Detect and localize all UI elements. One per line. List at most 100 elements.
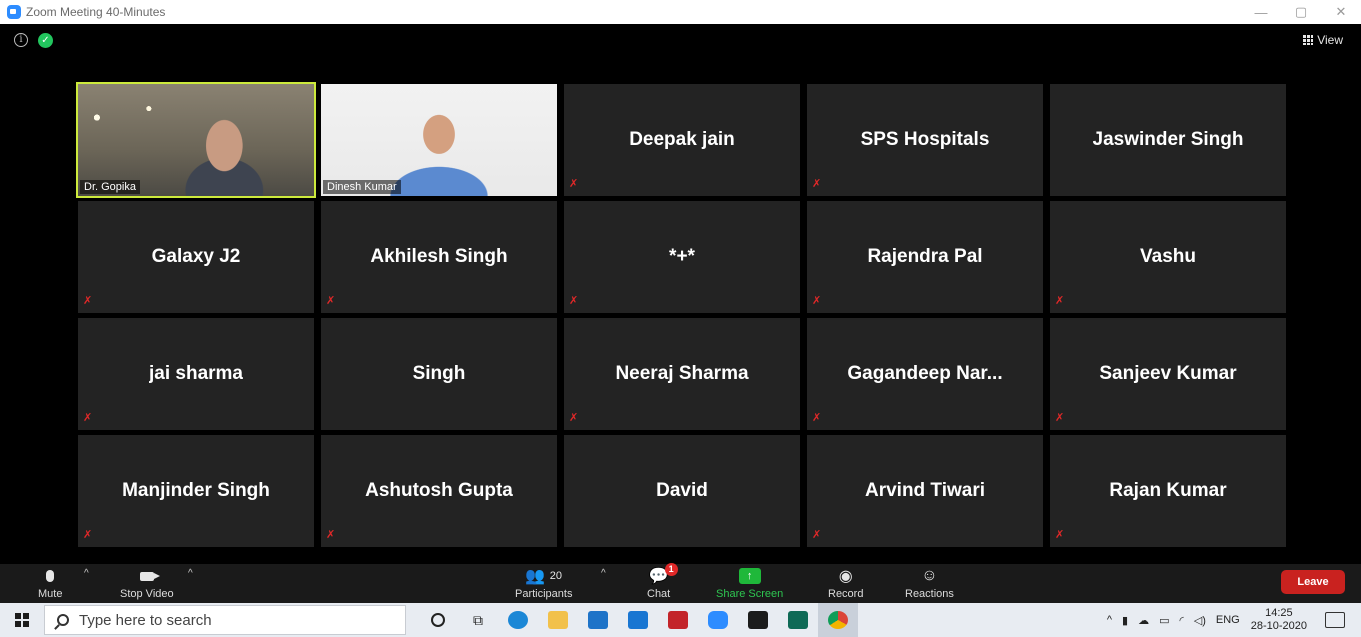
- stop-video-button[interactable]: Stop Video: [120, 566, 174, 600]
- participant-tile[interactable]: Manjinder Singh ✗: [78, 435, 314, 547]
- taskbar-search-box[interactable]: Type here to search: [44, 605, 406, 635]
- taskbar-edge[interactable]: [498, 603, 538, 637]
- grid-view-icon: [1303, 35, 1314, 45]
- participant-tile[interactable]: Akhilesh Singh ✗: [321, 201, 557, 313]
- taskbar-zoom[interactable]: [698, 603, 738, 637]
- participant-name: Sanjeev Kumar: [1099, 363, 1237, 384]
- participant-name: Rajendra Pal: [867, 246, 983, 267]
- participant-tile[interactable]: Ashutosh Gupta ✗: [321, 435, 557, 547]
- participant-name: Neeraj Sharma: [615, 363, 749, 384]
- participant-tile[interactable]: Jaswinder Singh: [1050, 84, 1286, 196]
- cortana-button[interactable]: [418, 603, 458, 637]
- participant-tile[interactable]: Singh: [321, 318, 557, 430]
- participants-options-caret[interactable]: ^: [601, 568, 606, 579]
- taskbar-terminal[interactable]: [738, 603, 778, 637]
- participant-tile[interactable]: Rajendra Pal ✗: [807, 201, 1043, 313]
- search-placeholder: Type here to search: [79, 611, 212, 629]
- muted-microphone-icon: ✗: [569, 295, 579, 307]
- taskbar-mail[interactable]: [578, 603, 618, 637]
- close-button[interactable]: ✕: [1321, 4, 1361, 20]
- video-camera-icon: [139, 571, 160, 581]
- microphone-icon: [46, 570, 55, 582]
- participant-name: Galaxy J2: [151, 246, 241, 267]
- cortana-circle-icon: [431, 613, 445, 627]
- participant-tile[interactable]: Dinesh Kumar: [321, 84, 557, 196]
- participant-tile[interactable]: Galaxy J2 ✗: [78, 201, 314, 313]
- minimize-button[interactable]: —: [1241, 5, 1281, 20]
- participant-tile[interactable]: Vashu ✗: [1050, 201, 1286, 313]
- muted-microphone-icon: ✗: [83, 295, 93, 307]
- muted-microphone-icon: ✗: [1055, 295, 1065, 307]
- participant-tile[interactable]: Rajan Kumar ✗: [1050, 435, 1286, 547]
- meeting-info-icon[interactable]: i: [14, 33, 28, 47]
- record-label: Record: [828, 588, 864, 600]
- gallery-grid: Dr. Gopika Dinesh Kumar Deepak jain ✗ SPS Ho…: [76, 82, 1286, 547]
- participant-tile[interactable]: David: [564, 435, 800, 547]
- reactions-button[interactable]: ☺ Reactions: [905, 566, 954, 600]
- view-button[interactable]: View: [1303, 33, 1343, 47]
- task-view-icon: ⧉: [473, 611, 483, 628]
- tray-language[interactable]: ENG: [1216, 614, 1240, 626]
- encryption-shield-icon[interactable]: ✓: [38, 33, 53, 48]
- maximize-button[interactable]: ▢: [1281, 4, 1321, 20]
- participants-button[interactable]: 👥 20 Participants: [515, 566, 572, 600]
- chat-button[interactable]: 💬 1 Chat: [647, 563, 678, 600]
- participant-tile[interactable]: Arvind Tiwari ✗: [807, 435, 1043, 547]
- tray-wifi-icon[interactable]: ◜: [1179, 614, 1183, 627]
- zoom-logo-icon: [7, 5, 21, 19]
- title-bar: Zoom Meeting 40-Minutes — ▢ ✕: [0, 0, 1361, 24]
- tray-expand-icon[interactable]: ^: [1107, 614, 1112, 626]
- participant-name: SPS Hospitals: [860, 129, 990, 150]
- taskbar-l-app[interactable]: [618, 603, 658, 637]
- tray-cloud-icon[interactable]: ☁: [1138, 614, 1149, 627]
- muted-microphone-icon: ✗: [326, 529, 336, 541]
- participant-name: Ashutosh Gupta: [365, 480, 513, 501]
- audio-options-caret[interactable]: ^: [84, 568, 89, 579]
- taskbar-file-explorer[interactable]: [538, 603, 578, 637]
- edge-browser-icon: [508, 611, 528, 629]
- video-options-caret[interactable]: ^: [188, 568, 193, 579]
- reactions-label: Reactions: [905, 588, 954, 600]
- record-icon: ◉: [838, 568, 853, 585]
- participant-tile[interactable]: SPS Hospitals ✗: [807, 84, 1043, 196]
- participant-tile[interactable]: Dr. Gopika: [76, 82, 316, 198]
- participant-name: Rajan Kumar: [1109, 480, 1227, 501]
- record-button[interactable]: ◉ Record: [828, 566, 863, 600]
- taskbar-apps: ⧉: [418, 603, 858, 637]
- participant-name-label: Dr. Gopika: [80, 180, 140, 194]
- participant-tile[interactable]: jai sharma ✗: [78, 318, 314, 430]
- participant-tile[interactable]: Gagandeep Nar... ✗: [807, 318, 1043, 430]
- meeting-controls: Mute ^ Stop Video ^ 👥 20 Participants ^ …: [0, 563, 1361, 603]
- mute-button[interactable]: Mute: [38, 566, 62, 600]
- participant-name: David: [656, 480, 708, 501]
- clock-time: 14:25: [1265, 607, 1293, 619]
- tray-battery-icon[interactable]: ▭: [1159, 614, 1169, 627]
- participant-name: Akhilesh Singh: [370, 246, 508, 267]
- participant-name: Jaswinder Singh: [1092, 129, 1244, 150]
- participant-tile[interactable]: Deepak jain ✗: [564, 84, 800, 196]
- participant-tile[interactable]: *+* ✗: [564, 201, 800, 313]
- smiley-plus-icon: ☺: [921, 567, 938, 584]
- tray-usb-icon[interactable]: ▮: [1122, 614, 1128, 627]
- muted-microphone-icon: ✗: [1055, 412, 1065, 424]
- share-screen-button[interactable]: ↑ Share Screen: [716, 566, 783, 600]
- participant-name: Singh: [412, 363, 466, 384]
- taskbar-mcafee[interactable]: [658, 603, 698, 637]
- chat-unread-badge: 1: [664, 563, 678, 576]
- participant-count: 20: [549, 570, 563, 582]
- taskbar-clock[interactable]: 14:25 28-10-2020: [1251, 607, 1307, 633]
- taskbar-screen-app[interactable]: [778, 603, 818, 637]
- start-button[interactable]: [0, 603, 44, 637]
- participant-name: Vashu: [1140, 246, 1196, 267]
- stop-video-label: Stop Video: [120, 588, 174, 600]
- leave-button[interactable]: Leave: [1281, 570, 1345, 594]
- participant-name: *+*: [669, 246, 695, 267]
- participant-tile[interactable]: Sanjeev Kumar ✗: [1050, 318, 1286, 430]
- notification-center-icon[interactable]: [1325, 612, 1345, 628]
- taskbar-chrome[interactable]: [818, 603, 858, 637]
- windows-taskbar: Type here to search ⧉ ^ ▮ ☁ ▭ ◜ ◁) ENG 1…: [0, 603, 1361, 637]
- task-view-button[interactable]: ⧉: [458, 603, 498, 637]
- tray-volume-icon[interactable]: ◁): [1194, 614, 1206, 627]
- meeting-view: i ✓ View Dr. Gopika Dinesh Kumar Deepak ja…: [0, 24, 1361, 564]
- participant-tile[interactable]: Neeraj Sharma ✗: [564, 318, 800, 430]
